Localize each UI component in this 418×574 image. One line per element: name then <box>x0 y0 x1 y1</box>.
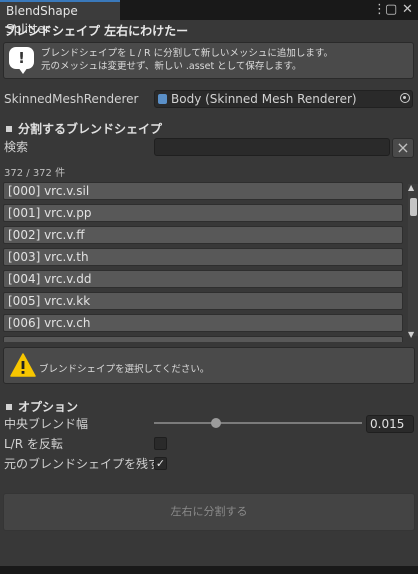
info-line-1: ブレンドシェイプを L / R に分割して新しいメッシュに追加します。 <box>41 48 333 59</box>
list-item[interactable]: [001] vrc.v.pp <box>3 204 403 222</box>
list-item-partial[interactable] <box>3 336 403 342</box>
list-item[interactable]: [002] vrc.v.ff <box>3 226 403 244</box>
blendshapes-section-header: 分割するブレンドシェイプ <box>6 120 162 137</box>
renderer-label: SkinnedMeshRenderer <box>4 92 139 106</box>
page-title: ブレンドシェイプ 左右にわけたー <box>4 24 189 38</box>
window-bottom-edge <box>0 566 418 574</box>
keep-original-label: 元のブレンドシェイプを残す <box>4 457 161 471</box>
close-icon[interactable]: ✕ <box>402 2 413 18</box>
close-icon: × <box>396 138 410 157</box>
info-line-2: 元のメッシュは変更せず、新しい .asset として保存します。 <box>41 61 302 72</box>
info-text: ブレンドシェイプを L / R に分割して新しいメッシュに追加します。 元のメッ… <box>41 47 333 73</box>
result-count: 372 / 372 件 <box>4 168 66 179</box>
blend-width-value: 0.015 <box>370 417 405 431</box>
scroll-down-arrow-icon[interactable]: ▼ <box>408 330 414 339</box>
blend-width-slider-track[interactable] <box>154 422 362 424</box>
renderer-object-field[interactable]: Body (Skinned Mesh Renderer) <box>154 90 413 108</box>
flip-lr-label: L/R を反転 <box>4 437 63 451</box>
blendshapes-section-title: 分割するブレンドシェイプ <box>18 122 163 136</box>
blend-width-slider-thumb[interactable] <box>211 418 222 428</box>
blendshape-list[interactable]: [000] vrc.v.sil [001] vrc.v.pp [002] vrc… <box>0 180 418 342</box>
blend-width-input[interactable]: 0.015 <box>366 415 414 433</box>
speech-bubble-exclamation-icon: ! <box>9 47 34 74</box>
warning-triangle-icon <box>10 353 36 377</box>
scrollbar-thumb[interactable] <box>410 198 417 216</box>
maximize-icon[interactable]: ▢ <box>385 2 397 18</box>
options-section-header: オプション <box>6 398 78 415</box>
flip-lr-checkbox[interactable] <box>154 437 167 450</box>
section-bullet-icon <box>6 126 12 132</box>
options-section-title: オプション <box>18 400 79 414</box>
search-label: 検索 <box>4 140 29 154</box>
search-input[interactable] <box>154 138 390 156</box>
list-item[interactable]: [003] vrc.v.th <box>3 248 403 266</box>
clear-search-button[interactable]: × <box>392 138 414 158</box>
renderer-value: Body (Skinned Mesh Renderer) <box>171 92 357 106</box>
skinned-mesh-icon <box>158 94 167 104</box>
split-button[interactable]: 左右に分割する <box>3 493 415 531</box>
warning-helpbox: ブレンドシェイプを選択してください。 <box>3 347 415 384</box>
blend-width-label: 中央ブレンド幅 <box>4 417 89 431</box>
keep-original-checkbox[interactable]: ✓ <box>154 457 167 470</box>
object-picker-icon[interactable] <box>400 93 410 103</box>
section-bullet-icon <box>6 404 12 410</box>
list-item[interactable]: [000] vrc.v.sil <box>3 182 403 200</box>
warning-text: ブレンドシェイプを選択してください。 <box>39 364 210 375</box>
info-helpbox: ! ブレンドシェイプを L / R に分割して新しいメッシュに追加します。 元の… <box>3 42 414 79</box>
list-item[interactable]: [006] vrc.v.ch <box>3 314 403 332</box>
scroll-up-arrow-icon[interactable]: ▲ <box>408 183 414 192</box>
window-tab[interactable]: BlendShape Splitter <box>0 0 120 36</box>
list-item[interactable]: [004] vrc.v.dd <box>3 270 403 288</box>
list-item[interactable]: [005] vrc.v.kk <box>3 292 403 310</box>
